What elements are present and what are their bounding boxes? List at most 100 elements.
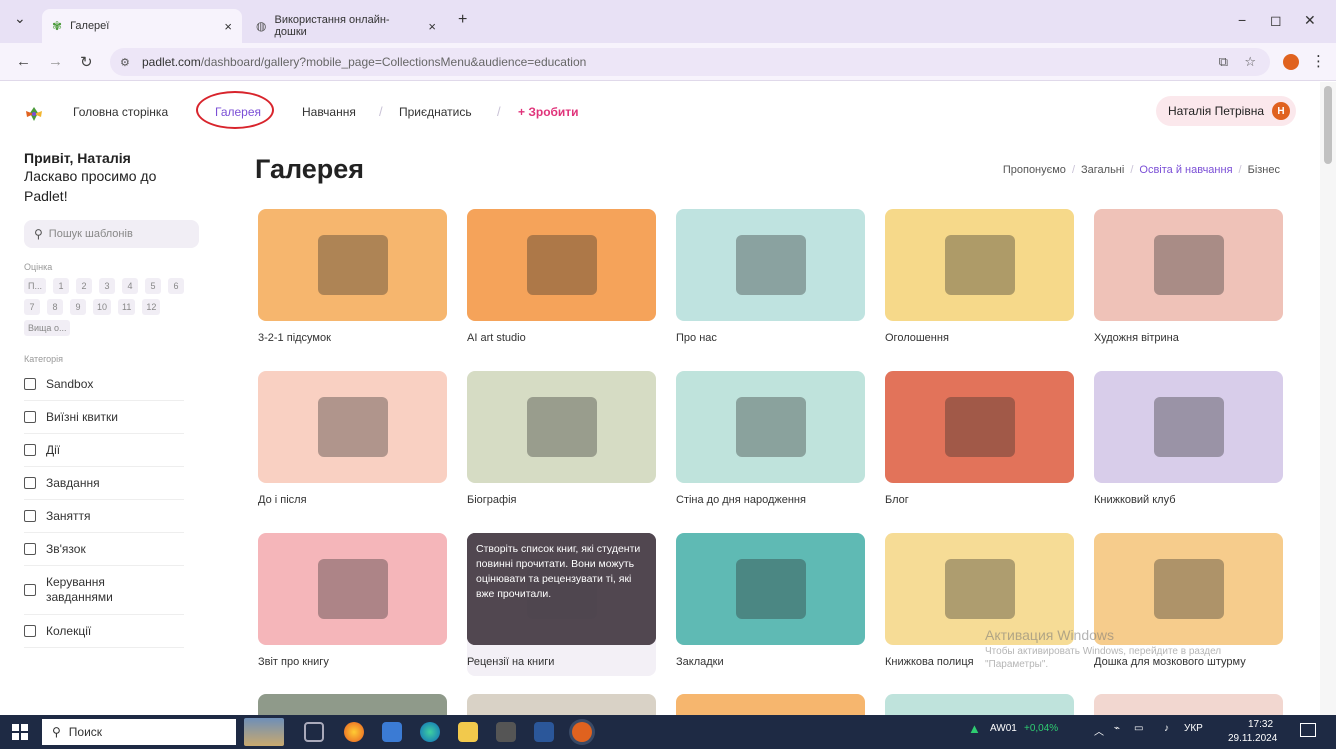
- template-thumbnail[interactable]: [676, 371, 865, 483]
- template-card-partial[interactable]: [1094, 694, 1283, 715]
- grade-chip[interactable]: 10: [93, 299, 112, 315]
- template-card[interactable]: Оголошення: [885, 209, 1074, 344]
- checkbox[interactable]: [24, 625, 36, 637]
- template-card-partial[interactable]: [676, 694, 865, 715]
- template-thumbnail[interactable]: [676, 533, 865, 645]
- nav-join[interactable]: Приєднатись: [399, 105, 472, 119]
- category-item[interactable]: Колекції: [24, 615, 184, 648]
- profile-icon[interactable]: [1283, 54, 1299, 70]
- template-card[interactable]: 3-2-1 підсумок: [258, 209, 447, 344]
- grade-chip[interactable]: 1: [52, 278, 69, 294]
- grade-chip[interactable]: 11: [118, 299, 136, 315]
- close-tab-icon[interactable]: ×: [428, 19, 436, 34]
- teams-icon[interactable]: [382, 722, 402, 742]
- windows-start-icon[interactable]: [12, 724, 28, 740]
- user-menu[interactable]: Наталія Петрівна Н: [1155, 96, 1296, 126]
- grade-chip[interactable]: 3: [98, 278, 115, 294]
- checkbox[interactable]: [24, 584, 36, 596]
- tab-online-board[interactable]: ◍ Використання онлайн-дошки ×: [246, 9, 446, 43]
- grade-chip[interactable]: Вища о...: [24, 320, 71, 336]
- maximize-button[interactable]: ◻: [1270, 12, 1282, 29]
- template-thumbnail[interactable]: [1094, 371, 1283, 483]
- template-card[interactable]: Блог: [885, 371, 1074, 506]
- close-window-button[interactable]: ✕: [1304, 12, 1316, 29]
- category-item[interactable]: Керування завданнями: [24, 566, 184, 615]
- template-thumbnail[interactable]: Створіть список книг, які студенти повин…: [467, 533, 656, 645]
- back-arrow-icon[interactable]: ←: [16, 53, 31, 70]
- category-item[interactable]: Завдання: [24, 467, 184, 500]
- checkbox[interactable]: [24, 543, 36, 555]
- grade-chip[interactable]: 2: [75, 278, 92, 294]
- tray-chevron-icon[interactable]: ︿: [1094, 723, 1104, 738]
- clock-date[interactable]: 29.11.2024: [1228, 733, 1277, 744]
- landscape-widget-icon[interactable]: [244, 718, 284, 746]
- filter-education[interactable]: Освіта й навчання: [1139, 164, 1232, 176]
- template-card[interactable]: Закладки: [676, 533, 865, 668]
- filter-business[interactable]: Бізнес: [1248, 164, 1280, 176]
- notification-icon[interactable]: [1300, 723, 1316, 737]
- category-item[interactable]: Зв'язок: [24, 533, 184, 566]
- template-thumbnail[interactable]: [258, 209, 447, 321]
- scrollbar[interactable]: [1320, 82, 1336, 715]
- nav-home[interactable]: Головна сторінка: [73, 105, 168, 119]
- grade-chip[interactable]: 9: [70, 299, 86, 315]
- template-card[interactable]: Створіть список книг, які студенти повин…: [467, 533, 656, 676]
- template-search-input[interactable]: ⚲ Пошук шаблонів: [24, 220, 199, 248]
- template-card[interactable]: AI art studio: [467, 209, 656, 344]
- template-thumbnail[interactable]: [885, 371, 1074, 483]
- nav-learning[interactable]: Навчання: [302, 105, 356, 119]
- checkbox[interactable]: [24, 378, 36, 390]
- nav-make-button[interactable]: + Зробити: [518, 105, 579, 119]
- filter-featured[interactable]: Пропонуємо: [1003, 164, 1066, 176]
- stock-name[interactable]: AW01: [990, 723, 1017, 734]
- battery-icon[interactable]: ▭: [1134, 723, 1143, 734]
- grade-chip[interactable]: 12: [142, 299, 161, 315]
- template-card[interactable]: До і після: [258, 371, 447, 506]
- new-tab-button[interactable]: +: [458, 11, 467, 29]
- template-thumbnail[interactable]: [676, 209, 865, 321]
- template-card[interactable]: Книжковий клуб: [1094, 371, 1283, 506]
- template-card-partial[interactable]: [258, 694, 447, 715]
- template-thumbnail[interactable]: [1094, 209, 1283, 321]
- grade-chip[interactable]: П...: [24, 278, 46, 294]
- template-card-partial[interactable]: [467, 694, 656, 715]
- grade-chip[interactable]: 8: [47, 299, 63, 315]
- scrollbar-thumb[interactable]: [1324, 86, 1332, 164]
- template-thumbnail[interactable]: [258, 371, 447, 483]
- template-card-partial[interactable]: [885, 694, 1074, 715]
- taskbar-search[interactable]: ⚲ Поиск: [42, 719, 236, 745]
- template-thumbnail[interactable]: [1094, 533, 1283, 645]
- task-view-icon[interactable]: [304, 722, 324, 742]
- clock-time[interactable]: 17:32: [1248, 719, 1273, 730]
- browser-menu-icon[interactable]: ⋮: [1311, 52, 1326, 70]
- chrome-icon[interactable]: [572, 722, 592, 742]
- template-thumbnail[interactable]: [885, 209, 1074, 321]
- grade-chip[interactable]: 6: [167, 278, 184, 294]
- close-tab-icon[interactable]: ×: [224, 19, 232, 34]
- category-item[interactable]: Заняття: [24, 500, 184, 533]
- network-icon[interactable]: ⌁: [1114, 723, 1120, 734]
- install-app-icon[interactable]: ⧉: [1219, 54, 1228, 70]
- template-thumbnail[interactable]: [258, 533, 447, 645]
- checkbox[interactable]: [24, 477, 36, 489]
- site-info-icon[interactable]: ⚙: [120, 56, 130, 69]
- checkbox[interactable]: [24, 411, 36, 423]
- reload-icon[interactable]: ↻: [80, 53, 93, 71]
- padlet-logo-icon[interactable]: [24, 104, 44, 124]
- tab-gallery[interactable]: ✾ Галереї ×: [42, 9, 242, 43]
- template-card[interactable]: Стіна до дня народження: [676, 371, 865, 506]
- url-field[interactable]: ⚙ padlet.com/dashboard/gallery?mobile_pa…: [110, 48, 1270, 76]
- template-card[interactable]: Про нас: [676, 209, 865, 344]
- filter-general[interactable]: Загальні: [1081, 164, 1124, 176]
- checkbox[interactable]: [24, 510, 36, 522]
- category-item[interactable]: Sandbox: [24, 368, 184, 401]
- template-card[interactable]: Художня вітрина: [1094, 209, 1283, 344]
- grade-chip[interactable]: 5: [144, 278, 161, 294]
- language-indicator[interactable]: УКР: [1184, 723, 1203, 734]
- grade-chip[interactable]: 7: [24, 299, 40, 315]
- volume-icon[interactable]: ♪: [1164, 723, 1169, 734]
- grade-chip[interactable]: 4: [121, 278, 138, 294]
- template-card[interactable]: Звіт про книгу: [258, 533, 447, 668]
- word-icon[interactable]: [534, 722, 554, 742]
- edge-icon[interactable]: [420, 722, 440, 742]
